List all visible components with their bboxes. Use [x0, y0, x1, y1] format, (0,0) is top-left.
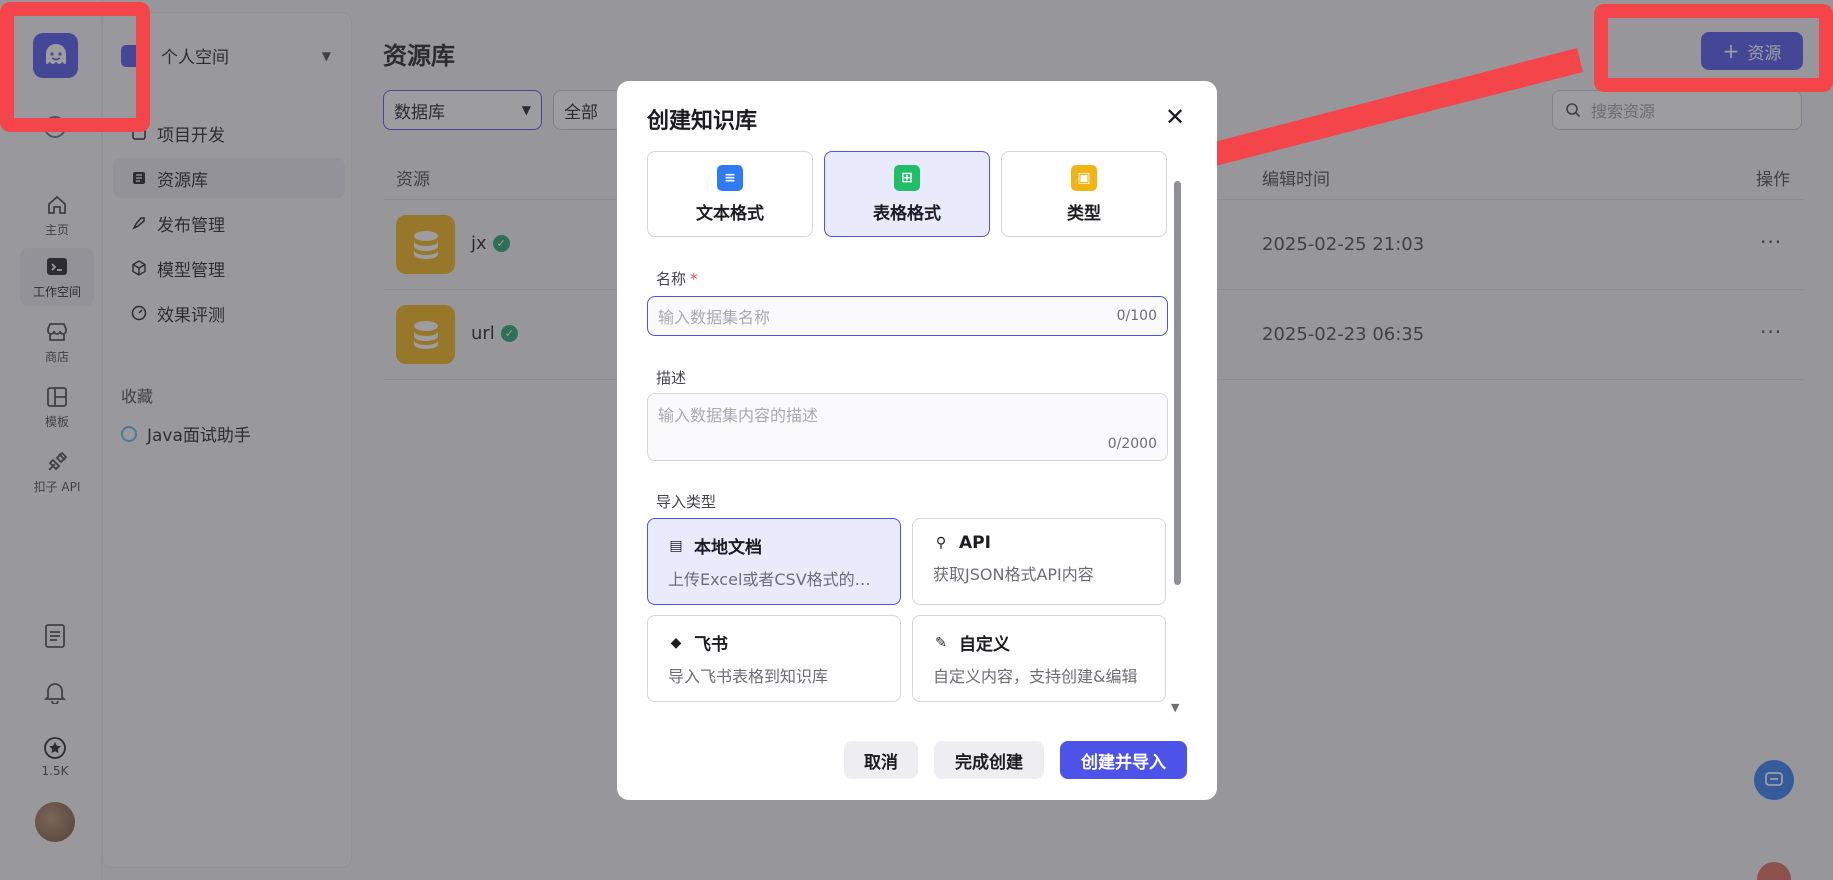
scroll-down-icon[interactable]: ▼: [1171, 701, 1179, 714]
format-option-label: 类型: [1067, 203, 1101, 224]
name-label-text: 名称: [656, 270, 687, 288]
import-option-desc: 上传Excel或者CSV格式的文档: [668, 570, 880, 589]
import-option-api[interactable]: ⚲ API 获取JSON格式API内容: [912, 518, 1166, 605]
text-doc-icon: ≡: [717, 164, 743, 191]
annotation-box-add: [1594, 4, 1833, 92]
import-option-title: 飞书: [694, 635, 728, 655]
required-mark: *: [690, 270, 698, 288]
create-knowledge-dialog: 创建知识库 ✕ ≡ 文本格式 ⊞ 表格格式 ▣ 类型 名称 * 输入数据集名称 0…: [617, 81, 1217, 800]
desc-char-count: 0/2000: [1107, 436, 1157, 452]
format-option-label: 文本格式: [696, 203, 764, 224]
name-placeholder: 输入数据集名称: [658, 308, 771, 327]
format-option-label: 表格格式: [873, 203, 941, 224]
cancel-button[interactable]: 取消: [844, 741, 918, 779]
import-option-desc: 获取JSON格式API内容: [933, 565, 1094, 584]
image-icon: ▣: [1071, 164, 1097, 191]
annotation-box-logo: [0, 2, 150, 132]
import-option-title: 自定义: [959, 635, 1010, 655]
name-input[interactable]: 输入数据集名称 0/100: [647, 296, 1168, 336]
file-icon: ▤: [669, 537, 683, 554]
format-option-text[interactable]: ≡ 文本格式: [647, 151, 813, 237]
close-icon[interactable]: ✕: [1165, 103, 1185, 131]
desc-label: 描述: [656, 369, 687, 387]
create-and-import-button[interactable]: 创建并导入: [1060, 741, 1187, 779]
desc-placeholder: 输入数据集内容的描述: [658, 406, 819, 425]
description-textarea[interactable]: 输入数据集内容的描述 0/2000: [647, 393, 1168, 461]
dialog-title: 创建知识库: [647, 109, 758, 134]
table-grid-icon: ⊞: [894, 164, 920, 191]
link-icon: ⚲: [935, 535, 947, 551]
import-option-feishu[interactable]: ◆ 飞书 导入飞书表格到知识库: [647, 615, 901, 702]
name-label: 名称 *: [656, 268, 698, 289]
import-option-title: API: [959, 533, 991, 553]
name-char-count: 0/100: [1116, 308, 1157, 324]
feishu-icon: ◆: [670, 634, 682, 651]
import-option-desc: 自定义内容，支持创建&编辑: [933, 667, 1138, 686]
import-option-desc: 导入飞书表格到知识库: [668, 667, 829, 686]
import-option-title: 本地文档: [694, 538, 762, 558]
dialog-scrollbar[interactable]: [1174, 181, 1181, 585]
format-option-table[interactable]: ⊞ 表格格式: [824, 151, 990, 237]
import-option-custom[interactable]: ✎ 自定义 自定义内容，支持创建&编辑: [912, 615, 1166, 702]
format-option-image[interactable]: ▣ 类型: [1001, 151, 1167, 237]
import-option-local[interactable]: ▤ 本地文档 上传Excel或者CSV格式的文档: [647, 518, 901, 605]
edit-doc-icon: ✎: [935, 634, 947, 651]
finish-create-button[interactable]: 完成创建: [934, 741, 1044, 779]
import-type-label: 导入类型: [656, 493, 717, 511]
